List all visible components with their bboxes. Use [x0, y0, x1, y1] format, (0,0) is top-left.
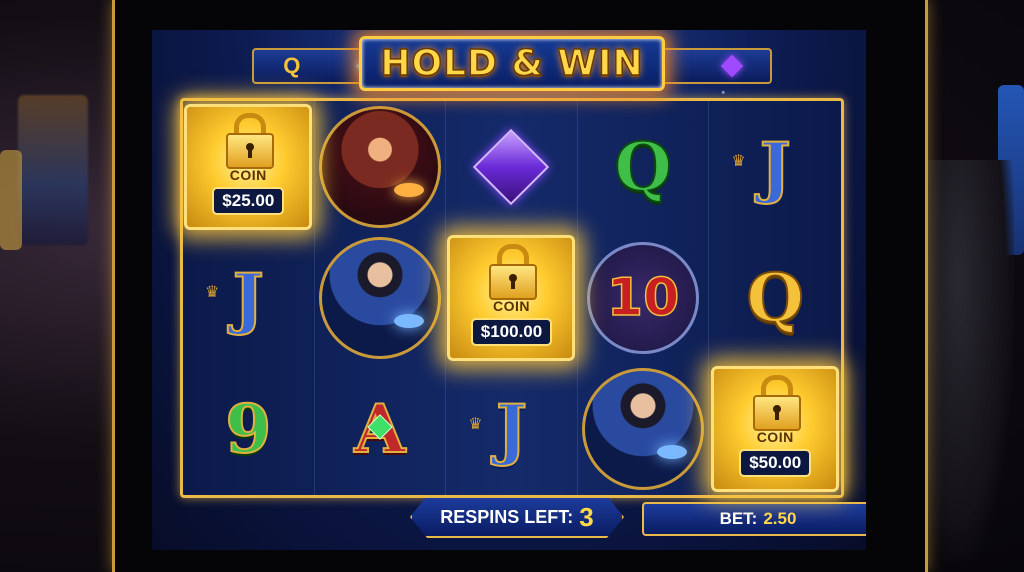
purple-gem-icon: [720, 54, 743, 78]
title-banner: Q HOLD & WIN J: [252, 35, 772, 91]
respins-label: RESPINS LEFT:: [440, 506, 574, 527]
symbol-j-icon: J: [232, 258, 265, 337]
reel-grid: COIN$25.00QJ♛J♛COIN$100.0010Q9AJ♛COIN$50…: [180, 98, 844, 498]
reel-cell: COIN $100.00: [446, 232, 578, 364]
magic-glow-icon: [393, 182, 424, 197]
hero-blue-icon: [582, 368, 705, 491]
game-screen: Q HOLD & WIN J COIN$25.00QJ♛J♛COIN$100.0…: [152, 30, 866, 550]
crown-icon: ♛: [205, 284, 220, 302]
bet-panel[interactable]: BET: 2.50: [642, 502, 866, 536]
symbol-ten-text: 10: [606, 267, 680, 329]
reel-cell: J ♛: [446, 363, 578, 495]
reel-cell: 10: [578, 232, 710, 364]
coin-value: $50.00: [739, 449, 812, 478]
reel-cell: Q: [578, 101, 710, 233]
background-slot-machine: [0, 150, 22, 250]
coin-symbol: COIN $50.00: [705, 360, 845, 499]
reel-cell: COIN $50.00: [709, 364, 841, 495]
game-title: HOLD & WIN: [380, 42, 644, 85]
reel-cell: J ♛: [183, 232, 315, 364]
crown-icon: ♛: [468, 415, 483, 433]
reel-cell: J ♛: [709, 101, 841, 232]
symbol-q-icon: Q: [613, 127, 672, 206]
symbol-9-icon: 9: [224, 390, 272, 469]
reel-cell: [315, 101, 447, 233]
lock-icon: [489, 243, 538, 300]
coin-tile: COIN $50.00: [711, 366, 840, 493]
background-slot-machine: [18, 95, 88, 245]
reel-cell: A: [315, 363, 447, 495]
reel-cell: [446, 101, 578, 233]
reel-cell: COIN $25.00: [183, 101, 315, 233]
coin-label: COIN: [756, 429, 794, 446]
bet-value: 2.50: [763, 509, 797, 528]
lock-icon: [753, 375, 802, 432]
symbol-j-icon: J: [495, 390, 528, 469]
coin-symbol: COIN $100.00: [442, 228, 581, 367]
coin-symbol: COIN $25.00: [179, 97, 318, 236]
symbol-j-icon: J: [759, 127, 792, 206]
coin-tile: COIN $100.00: [447, 234, 576, 361]
hero-red-icon: [318, 105, 441, 228]
respins-panel: RESPINS LEFT: 3: [410, 496, 624, 538]
reel-cell: Q: [709, 232, 841, 363]
magic-glow-icon: [657, 445, 688, 460]
hero-blue-icon: [318, 236, 441, 359]
reel-cell: [578, 363, 710, 495]
lock-icon: [226, 112, 275, 169]
symbol-q-icon: Q: [745, 258, 804, 337]
magic-glow-icon: [393, 313, 424, 328]
coin-label: COIN: [492, 297, 530, 314]
coin-value: $100.00: [470, 317, 553, 346]
title-plate: HOLD & WIN: [359, 35, 665, 91]
coin-tile: COIN $25.00: [184, 103, 313, 230]
reel-cell: [315, 232, 447, 364]
coin-value: $25.00: [212, 186, 285, 215]
purple-gem-icon: [473, 128, 550, 205]
q-letter-icon: Q: [283, 53, 301, 78]
symbol-ten-icon: 10: [587, 241, 700, 354]
respins-count: 3: [579, 501, 594, 532]
coin-label: COIN: [229, 166, 267, 183]
crown-icon: ♛: [731, 152, 746, 170]
bet-label: BET:: [719, 509, 758, 528]
reel-cell: 9: [183, 363, 315, 495]
